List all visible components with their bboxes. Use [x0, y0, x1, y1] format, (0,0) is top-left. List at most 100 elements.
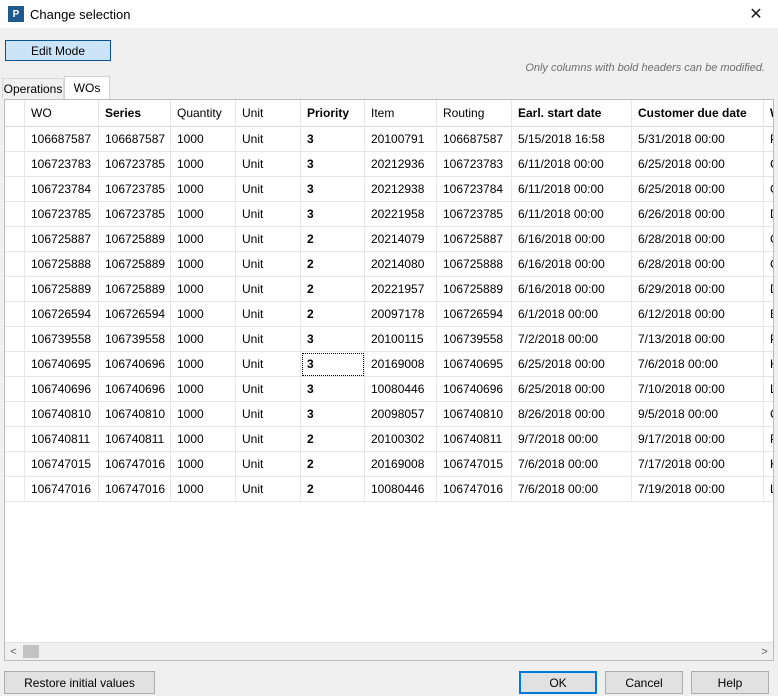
- cell-series[interactable]: 106740810: [99, 402, 171, 427]
- cell-priority[interactable]: 2: [301, 227, 365, 252]
- cell-wo[interactable]: 106740810: [25, 402, 99, 427]
- scroll-thumb[interactable]: [23, 645, 39, 658]
- cell-earl-start-date[interactable]: 9/7/2018 00:00: [512, 427, 632, 452]
- cell-earl-start-date[interactable]: 6/16/2018 00:00: [512, 277, 632, 302]
- row-selector[interactable]: [5, 127, 25, 152]
- cell-w[interactable]: C: [764, 402, 773, 427]
- cell-item[interactable]: 20212936: [365, 152, 437, 177]
- row-selector[interactable]: [5, 402, 25, 427]
- cell-earl-start-date[interactable]: 6/1/2018 00:00: [512, 302, 632, 327]
- cell-priority[interactable]: 2: [301, 252, 365, 277]
- cell-routing[interactable]: 106739558: [437, 327, 512, 352]
- cell-wo[interactable]: 106740696: [25, 377, 99, 402]
- table-row[interactable]: 106725889 106725889 1000 Unit 2 20221957 10672…: [5, 277, 773, 302]
- cell-routing[interactable]: 106740811: [437, 427, 512, 452]
- cell-w[interactable]: L: [764, 377, 773, 402]
- cell-w[interactable]: P: [764, 327, 773, 352]
- cell-customer-due-date[interactable]: 7/17/2018 00:00: [632, 452, 764, 477]
- table-row[interactable]: 106740696 106740696 1000 Unit 3 10080446 10674…: [5, 377, 773, 402]
- cell-series[interactable]: 106687587: [99, 127, 171, 152]
- cell-quantity[interactable]: 1000: [171, 202, 236, 227]
- cell-priority[interactable]: 2: [301, 277, 365, 302]
- row-selector[interactable]: [5, 152, 25, 177]
- table-row[interactable]: 106740810 106740810 1000 Unit 3 20098057 10674…: [5, 402, 773, 427]
- cell-wo[interactable]: 106723785: [25, 202, 99, 227]
- cell-wo[interactable]: 106723784: [25, 177, 99, 202]
- cell-earl-start-date[interactable]: 6/16/2018 00:00: [512, 227, 632, 252]
- cell-quantity[interactable]: 1000: [171, 377, 236, 402]
- cell-wo[interactable]: 106725888: [25, 252, 99, 277]
- cell-priority[interactable]: 2: [301, 452, 365, 477]
- table-row[interactable]: 106747016 106747016 1000 Unit 2 10080446 10674…: [5, 477, 773, 502]
- cell-quantity[interactable]: 1000: [171, 302, 236, 327]
- cell-item[interactable]: 20098057: [365, 402, 437, 427]
- cell-routing[interactable]: 106723785: [437, 202, 512, 227]
- cell-quantity[interactable]: 1000: [171, 402, 236, 427]
- cell-customer-due-date[interactable]: 7/13/2018 00:00: [632, 327, 764, 352]
- header-customer-due-date[interactable]: Customer due date: [632, 100, 764, 127]
- cell-routing[interactable]: 106740696: [437, 377, 512, 402]
- scroll-left-icon[interactable]: <: [5, 643, 22, 660]
- cell-priority[interactable]: 2: [301, 477, 365, 502]
- cell-earl-start-date[interactable]: 6/16/2018 00:00: [512, 252, 632, 277]
- table-row[interactable]: 106725887 106725889 1000 Unit 2 20214079 10672…: [5, 227, 773, 252]
- horizontal-scrollbar[interactable]: < >: [5, 642, 773, 660]
- row-selector[interactable]: [5, 302, 25, 327]
- help-button[interactable]: Help: [691, 671, 769, 694]
- cell-quantity[interactable]: 1000: [171, 277, 236, 302]
- cell-routing[interactable]: 106747015: [437, 452, 512, 477]
- cell-series[interactable]: 106725889: [99, 277, 171, 302]
- cell-customer-due-date[interactable]: 6/25/2018 00:00: [632, 152, 764, 177]
- cell-earl-start-date[interactable]: 5/15/2018 16:58: [512, 127, 632, 152]
- cell-item[interactable]: 20169008: [365, 452, 437, 477]
- table-row[interactable]: 106740695 106740696 1000 Unit 3 20169008 10674…: [5, 352, 773, 377]
- restore-initial-values-button[interactable]: Restore initial values: [4, 671, 155, 694]
- table-row[interactable]: 106723784 106723785 1000 Unit 3 20212938 10672…: [5, 177, 773, 202]
- cell-customer-due-date[interactable]: 6/26/2018 00:00: [632, 202, 764, 227]
- cell-wo[interactable]: 106747016: [25, 477, 99, 502]
- cell-item[interactable]: 20214079: [365, 227, 437, 252]
- cell-unit[interactable]: Unit: [236, 452, 301, 477]
- cell-quantity[interactable]: 1000: [171, 477, 236, 502]
- cell-customer-due-date[interactable]: 6/28/2018 00:00: [632, 227, 764, 252]
- cell-w[interactable]: C: [764, 252, 773, 277]
- cell-series[interactable]: 106739558: [99, 327, 171, 352]
- cell-earl-start-date[interactable]: 7/6/2018 00:00: [512, 477, 632, 502]
- cell-customer-due-date[interactable]: 5/31/2018 00:00: [632, 127, 764, 152]
- cell-w[interactable]: K: [764, 352, 773, 377]
- cell-w[interactable]: L: [764, 477, 773, 502]
- cell-wo[interactable]: 106725887: [25, 227, 99, 252]
- header-item[interactable]: Item: [365, 100, 437, 127]
- header-w[interactable]: W: [764, 100, 773, 127]
- cell-unit[interactable]: Unit: [236, 152, 301, 177]
- cell-routing[interactable]: 106725888: [437, 252, 512, 277]
- cell-earl-start-date[interactable]: 6/11/2018 00:00: [512, 177, 632, 202]
- cell-unit[interactable]: Unit: [236, 127, 301, 152]
- ok-button[interactable]: OK: [519, 671, 597, 694]
- cell-w[interactable]: E: [764, 302, 773, 327]
- cell-series[interactable]: 106740696: [99, 377, 171, 402]
- tab-wos[interactable]: WOs: [64, 76, 110, 99]
- table-row[interactable]: 106725888 106725889 1000 Unit 2 20214080 10672…: [5, 252, 773, 277]
- cell-item[interactable]: 20169008: [365, 352, 437, 377]
- cell-w[interactable]: D: [764, 202, 773, 227]
- cell-routing[interactable]: 106740695: [437, 352, 512, 377]
- cell-wo[interactable]: 106687587: [25, 127, 99, 152]
- cell-unit[interactable]: Unit: [236, 252, 301, 277]
- cell-series[interactable]: 106726594: [99, 302, 171, 327]
- cell-unit[interactable]: Unit: [236, 477, 301, 502]
- cell-priority[interactable]: 2: [301, 427, 365, 452]
- cell-wo[interactable]: 106747015: [25, 452, 99, 477]
- cell-series[interactable]: 106740696: [99, 352, 171, 377]
- row-selector[interactable]: [5, 477, 25, 502]
- header-priority[interactable]: Priority: [301, 100, 365, 127]
- cell-quantity[interactable]: 1000: [171, 352, 236, 377]
- cell-wo[interactable]: 106740695: [25, 352, 99, 377]
- cell-series[interactable]: 106740811: [99, 427, 171, 452]
- cell-customer-due-date[interactable]: 6/12/2018 00:00: [632, 302, 764, 327]
- cell-unit[interactable]: Unit: [236, 427, 301, 452]
- cell-item[interactable]: 20100115: [365, 327, 437, 352]
- corner-cell[interactable]: [5, 100, 25, 127]
- cell-w[interactable]: K: [764, 452, 773, 477]
- cell-priority[interactable]: 3: [301, 327, 365, 352]
